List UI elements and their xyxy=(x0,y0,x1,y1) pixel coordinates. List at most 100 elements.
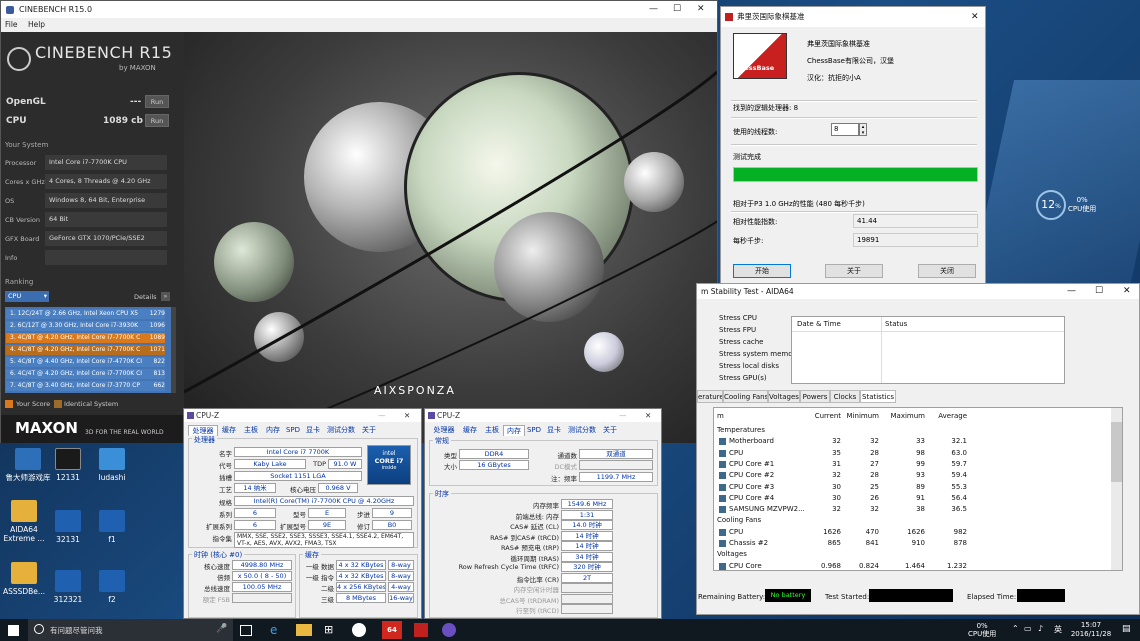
sensor-tab[interactable]: Cooling Fans xyxy=(723,390,768,403)
sensor-tab[interactable]: Statistics xyxy=(860,390,896,403)
sensor-tab[interactable]: Powers xyxy=(800,390,830,403)
threads-spinner[interactable]: 8 xyxy=(831,123,859,136)
stress-option-label[interactable]: Stress GPU(s) xyxy=(719,374,767,382)
ranking-row[interactable]: 1. 12C/24T @ 2.66 GHz, Intel Xeon CPU X5 xyxy=(6,309,164,319)
tray-chevron-icon[interactable]: ⌃ xyxy=(1012,624,1019,633)
about-button[interactable]: 关于 xyxy=(825,264,883,278)
stress-option-label[interactable]: Stress local disks xyxy=(719,362,779,370)
close-icon[interactable]: ✕ xyxy=(645,409,651,422)
cpuz-tab[interactable]: 关于 xyxy=(599,425,621,435)
desktop-icon[interactable]: ludashi xyxy=(84,448,140,482)
stress-option-label[interactable]: Stress FPU xyxy=(719,326,756,334)
microphone-icon[interactable]: 🎤 xyxy=(216,624,227,634)
details-toggle-icon[interactable]: » xyxy=(161,292,170,301)
minimize-icon[interactable]: — xyxy=(649,1,658,18)
minimize-icon[interactable]: — xyxy=(619,409,627,422)
table-header-cell[interactable]: Maximum xyxy=(881,412,926,420)
chessbase-taskbar-icon[interactable] xyxy=(414,623,428,637)
table-row[interactable] xyxy=(715,515,1109,526)
table-header-cell[interactable]: Average xyxy=(927,412,967,420)
cpuz-tab[interactable]: 缓存 xyxy=(218,425,240,435)
start-button[interactable]: 开始 xyxy=(733,264,791,278)
edge-browser-icon[interactable]: e xyxy=(270,622,288,638)
input-language-indicator[interactable]: 英 xyxy=(1054,624,1062,635)
general-group-title: 常规 xyxy=(433,436,451,446)
cpuz-tab[interactable]: SPD xyxy=(525,425,543,435)
cpuz-tab[interactable]: 测试分数 xyxy=(324,425,358,435)
windows-start-icon[interactable] xyxy=(8,625,19,636)
close-icon[interactable]: ✕ xyxy=(971,7,979,27)
cinebench-taskbar-icon[interactable] xyxy=(352,623,366,637)
table-header-cell[interactable]: Current xyxy=(809,412,841,420)
menu-file[interactable]: File xyxy=(5,20,18,29)
ranking-row[interactable]: 7. 4C/8T @ 3.40 GHz, Intel Core i7-3770 … xyxy=(6,381,164,391)
volume-icon[interactable]: ♪ xyxy=(1038,624,1043,633)
identical-system-swatch xyxy=(54,400,62,408)
sensor-value: 36.5 xyxy=(951,505,967,514)
close-icon[interactable]: ✕ xyxy=(1123,284,1131,299)
cpuz-tab[interactable]: 内存 xyxy=(262,425,284,435)
sensor-name: CPU xyxy=(729,527,744,536)
cpuz-tab[interactable]: 显卡 xyxy=(302,425,324,435)
cpuz-tab[interactable]: 主板 xyxy=(481,425,503,435)
store-icon[interactable]: ⊞ xyxy=(324,622,342,638)
ranking-select[interactable]: CPU ▾ xyxy=(5,291,49,302)
notification-icon[interactable]: ▤ xyxy=(1122,624,1131,634)
cpuz-tab[interactable]: 测试分数 xyxy=(565,425,599,435)
sensor-name: SAMSUNG MZVPW2... xyxy=(729,505,805,514)
sensor-tab[interactable]: Voltages xyxy=(768,390,800,403)
table-row[interactable] xyxy=(715,425,1109,436)
cpuz-tab[interactable]: 关于 xyxy=(358,425,380,435)
sensor-tab[interactable]: Clocks xyxy=(830,390,860,403)
instructions-label: 指令集 xyxy=(212,535,233,543)
network-icon[interactable]: ▭ xyxy=(1024,624,1032,633)
cpu-run-button[interactable]: Run xyxy=(145,114,169,127)
ranking-row[interactable]: 2. 6C/12T @ 3.30 GHz, Intel Core i7-3930… xyxy=(6,321,164,331)
sensor-value: 28 xyxy=(870,471,879,480)
ranking-scrollbar[interactable] xyxy=(171,307,176,393)
table-header-cell[interactable]: m xyxy=(717,412,807,420)
table-header-cell[interactable]: Minimum xyxy=(841,412,879,420)
file-explorer-icon[interactable] xyxy=(296,624,312,636)
minimize-icon[interactable]: — xyxy=(378,409,386,422)
task-view-icon[interactable] xyxy=(240,625,252,636)
statistics-scrollbar[interactable] xyxy=(1111,408,1122,570)
cpuz-tab[interactable]: 显卡 xyxy=(543,425,565,435)
sensor-value: 89 xyxy=(916,482,925,491)
chevron-down-icon: ▾ xyxy=(43,292,47,300)
opengl-run-button[interactable]: Run xyxy=(145,95,169,108)
search-icon xyxy=(34,624,44,634)
cpuz-taskbar-icon[interactable] xyxy=(442,623,456,637)
close-button[interactable]: 关闭 xyxy=(918,264,976,278)
revision-label: 修订 xyxy=(357,523,370,531)
sensor-name: Temperatures xyxy=(717,426,765,434)
menu-help[interactable]: Help xyxy=(28,20,45,29)
tray-clock[interactable]: 15:07 2016/11/28 xyxy=(1068,621,1114,639)
close-icon[interactable]: ✕ xyxy=(404,409,410,422)
stress-option-label[interactable]: Stress cache xyxy=(719,338,763,346)
threads-stepper[interactable]: ▴ ▾ xyxy=(859,123,867,136)
cpuz-tab[interactable]: 处理器 xyxy=(429,425,459,435)
ranking-details-button[interactable]: Details xyxy=(134,293,157,301)
sensor-tab[interactable]: eratures xyxy=(697,390,723,403)
cpuz-tab[interactable]: 内存 xyxy=(503,425,525,436)
ranking-row[interactable]: 4. 4C/8T @ 4.20 GHz, Intel Core i7-7700K… xyxy=(6,345,164,355)
cpuz-tab[interactable]: 主板 xyxy=(240,425,262,435)
minimize-icon[interactable]: — xyxy=(1067,284,1076,299)
maximize-icon[interactable]: ☐ xyxy=(673,1,681,18)
cpuz-tab[interactable]: 缓存 xyxy=(459,425,481,435)
timing-label: 总CAS号 (tRDRAM) xyxy=(499,596,559,605)
taskbar-search-box[interactable]: 有问题尽管问我 🎤 xyxy=(28,619,233,641)
ranking-row[interactable]: 3. 4C/8T @ 4.20 GHz, Intel Core i7-7700K… xyxy=(6,333,164,343)
stress-option-label[interactable]: Stress system memory xyxy=(719,350,800,358)
table-row[interactable] xyxy=(715,549,1109,560)
ranking-row[interactable]: 6. 4C/4T @ 4.20 GHz, Intel Core i7-7700K… xyxy=(6,369,164,379)
desktop-icon[interactable]: f1 xyxy=(84,510,140,544)
cpuz-tab[interactable]: SPD xyxy=(284,425,302,435)
aida64-taskbar-icon[interactable]: 64 xyxy=(382,621,402,639)
stress-option-label[interactable]: Stress CPU xyxy=(719,314,757,322)
maximize-icon[interactable]: ☐ xyxy=(1095,284,1103,299)
desktop-icon[interactable]: f2 xyxy=(84,570,140,604)
close-icon[interactable]: ✕ xyxy=(697,1,705,18)
ranking-row[interactable]: 5. 4C/8T @ 4.40 GHz, Intel Core i7-4770K… xyxy=(6,357,164,367)
